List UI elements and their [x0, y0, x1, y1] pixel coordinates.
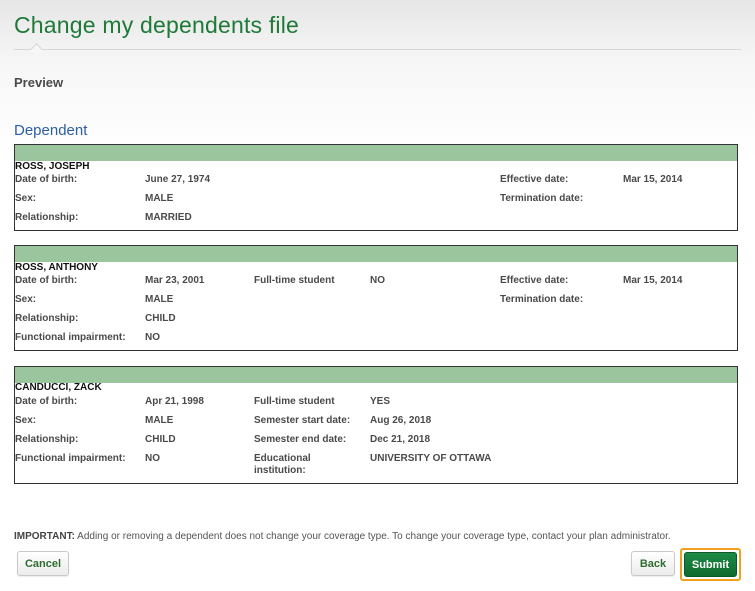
dependent-card: CANDUCCI, ZACK Date of birth: Apr 21, 19… [14, 366, 738, 484]
relationship-label: Relationship: [15, 212, 79, 223]
relationship-label: Relationship: [15, 434, 79, 445]
sex-label: Sex: [15, 294, 37, 305]
functional-impairment-label: Functional impairment: [15, 453, 126, 464]
effective-date-value: Mar 15, 2014 [623, 174, 683, 185]
educational-institution-value: UNIVERSITY OF OTTAWA [370, 453, 492, 464]
semester-end-value: Dec 21, 2018 [370, 434, 431, 445]
dependent-header-bar [15, 246, 737, 262]
submit-button[interactable]: Submit [684, 552, 737, 577]
full-time-student-value: YES [370, 396, 391, 407]
educational-institution-label-line1: Educational [254, 453, 311, 464]
dependent-card: ROSS, ANTHONY Date of birth: Mar 23, 200… [14, 245, 738, 351]
full-time-student-label: Full-time student [254, 396, 335, 407]
dob-value: Mar 23, 2001 [145, 275, 205, 286]
dependent-name: ROSS, JOSEPH [15, 161, 90, 172]
dependent-card: ROSS, JOSEPH Date of birth: June 27, 197… [14, 144, 738, 231]
page-title: Change my dependents file [14, 12, 300, 38]
sex-label: Sex: [15, 415, 37, 426]
sex-value: MALE [145, 415, 174, 426]
semester-start-label: Semester start date: [254, 415, 351, 426]
semester-start-value: Aug 26, 2018 [370, 415, 432, 426]
termination-date-label: Termination date: [500, 294, 584, 305]
relationship-label: Relationship: [15, 313, 79, 324]
relationship-value: CHILD [145, 313, 176, 324]
dob-value: Apr 21, 1998 [145, 396, 204, 407]
effective-date-label: Effective date: [500, 275, 569, 286]
dependent-name: ROSS, ANTHONY [15, 262, 98, 273]
important-notice-text: Adding or removing a dependent does not … [74, 531, 671, 542]
dob-label: Date of birth: [15, 396, 78, 407]
functional-impairment-value: NO [145, 332, 160, 343]
effective-date-label: Effective date: [500, 174, 569, 185]
important-notice-prefix: IMPORTANT: [14, 531, 75, 542]
title-divider [14, 49, 741, 50]
title-divider-notch [30, 43, 43, 56]
cancel-button[interactable]: Cancel [17, 551, 69, 576]
section-heading: Dependent [14, 122, 88, 139]
sex-value: MALE [145, 193, 174, 204]
educational-institution-label: Educational institution: [254, 453, 311, 477]
functional-impairment-label: Functional impairment: [15, 332, 126, 343]
dependent-name: CANDUCCI, ZACK [15, 382, 102, 393]
sex-value: MALE [145, 294, 174, 305]
sex-label: Sex: [15, 193, 37, 204]
page-subtitle: Preview [14, 75, 64, 90]
relationship-value: CHILD [145, 434, 176, 445]
important-notice: IMPORTANT: Adding or removing a dependen… [14, 531, 671, 542]
dob-label: Date of birth: [15, 174, 78, 185]
dob-label: Date of birth: [15, 275, 78, 286]
functional-impairment-value: NO [145, 453, 160, 464]
full-time-student-value: NO [370, 275, 385, 286]
effective-date-value: Mar 15, 2014 [623, 275, 683, 286]
semester-end-label: Semester end date: [254, 434, 347, 445]
relationship-value: MARRIED [145, 212, 192, 223]
dependent-header-bar [15, 145, 737, 161]
back-button[interactable]: Back [631, 551, 675, 576]
full-time-student-label: Full-time student [254, 275, 335, 286]
dob-value: June 27, 1974 [145, 174, 211, 185]
educational-institution-label-line2: institution: [254, 465, 306, 476]
dependent-header-bar [15, 367, 737, 383]
termination-date-label: Termination date: [500, 193, 584, 204]
